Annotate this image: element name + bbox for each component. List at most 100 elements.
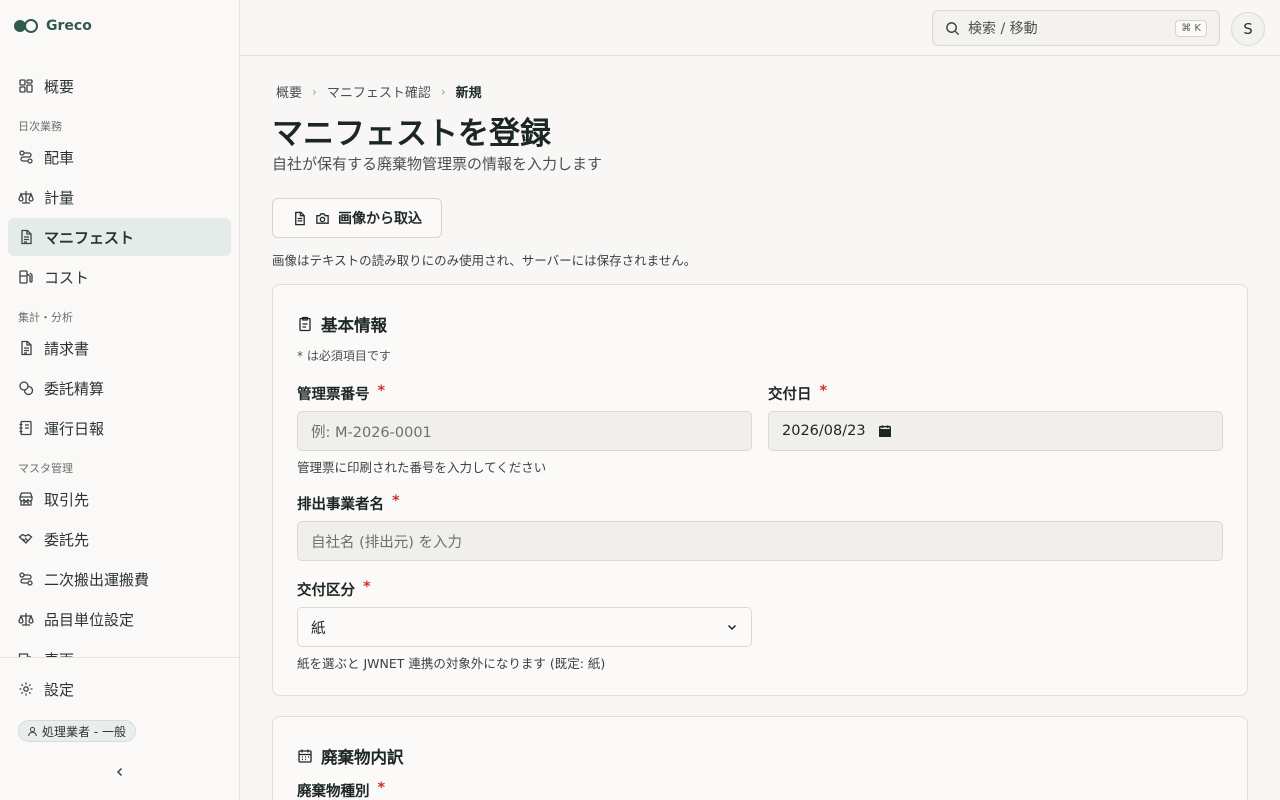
sidebar-item-label: 委託精算 (44, 379, 105, 398)
issue-type-select[interactable]: 紙 (297, 607, 752, 647)
sidebar-item-label: 二次搬出運搬費 (44, 570, 150, 589)
sidebar-item-daily-report[interactable]: 運行日報 (8, 409, 231, 447)
fuel-icon (19, 270, 33, 284)
required-marker: * (392, 493, 400, 509)
issue-date-input[interactable]: 2026/08/23 (768, 411, 1223, 451)
shortcut-hint: ⌘ K (1175, 19, 1207, 37)
sidebar-item-label: 車両 (44, 649, 74, 658)
manifest-number-input[interactable]: 例: M-2026-0001 (297, 411, 752, 451)
breadcrumb-item[interactable]: マニフェスト確認 (327, 82, 431, 101)
card-title-text: 廃棄物内訳 (321, 748, 404, 767)
breadcrumb-separator-icon: › (312, 84, 317, 99)
sidebar-section-daily: 日次業務 (18, 120, 62, 133)
search-icon (946, 21, 960, 35)
issue-date-label: 交付日 * (768, 383, 827, 404)
greco-logo-icon (14, 19, 38, 33)
import-note: 画像はテキストの読み取りにのみ使用され、サーバーには保存されません。 (272, 253, 697, 268)
discharger-name-input[interactable]: 自社名 (排出元) を入力 (297, 521, 1223, 561)
breadcrumb-separator-icon: › (440, 84, 446, 99)
sidebar-item-clients[interactable]: 取引先 (8, 480, 231, 518)
breadcrumb: 概要 › マニフェスト確認 › 新規 (276, 82, 482, 102)
handshake-icon (18, 533, 33, 544)
required-marker: * (377, 780, 386, 796)
document-icon (21, 229, 32, 245)
brand-name: Greco (46, 18, 92, 34)
manifest-number-hint: 管理票に印刷された番号を入力してください (297, 460, 547, 475)
required-marker: * (363, 579, 371, 595)
label-text: 交付日 (768, 387, 812, 403)
route-icon (19, 572, 33, 586)
sidebar-section-analysis: 集計・分析 (18, 311, 73, 324)
sidebar-item-label: マニフェスト (44, 228, 135, 247)
sidebar-item-manifest[interactable]: マニフェスト (8, 218, 231, 256)
breadcrumb-current: 新規 (455, 86, 482, 101)
calendar-icon (298, 749, 312, 763)
sidebar-item-dispatch[interactable]: 配車 (8, 138, 231, 176)
dashboard-icon (19, 79, 33, 93)
issue-date-value: 2026/08/23 (782, 423, 866, 439)
page-title: マニフェストを登録 (272, 116, 551, 152)
sidebar-item-overview[interactable]: 概要 (8, 67, 231, 105)
calendar-icon[interactable] (878, 424, 892, 438)
manifest-number-label: 管理票番号 * (297, 383, 385, 404)
avatar[interactable]: S (1231, 12, 1265, 46)
sidebar-item-label: 計量 (44, 188, 75, 207)
sidebar-item-settings[interactable]: 設定 (8, 670, 231, 708)
discharger-name-label: 排出事業者名 * (297, 493, 400, 514)
waste-breakdown-card: 廃棄物内訳 廃棄物種別 * (272, 716, 1248, 800)
camera-icon (316, 212, 329, 224)
issue-type-value: 紙 (311, 620, 326, 637)
store-icon (19, 492, 33, 506)
sidebar-item-label: 概要 (44, 77, 75, 96)
sidebar-item-label: 運行日報 (44, 419, 105, 438)
sidebar-item-consignees[interactable]: 委託先 (8, 520, 231, 558)
required-marker: * (819, 383, 828, 399)
sidebar-item-secondary-transport[interactable]: 二次搬出運搬費 (8, 560, 231, 598)
import-button-label: 画像から取込 (338, 211, 422, 227)
sidebar-item-label: 配車 (44, 148, 75, 167)
clipboard-icon (299, 316, 311, 332)
chevron-down-icon (727, 624, 737, 631)
notebook-icon (19, 420, 32, 436)
sidebar: Greco 概要 日次業務 配車 計量 マニフェスト コスト 集計・分析 請求書 (0, 0, 240, 800)
user-icon (28, 726, 37, 736)
sidebar-item-cost[interactable]: コスト (8, 258, 231, 296)
document-icon (295, 211, 305, 225)
card-title: 廃棄物内訳 (297, 744, 404, 768)
sidebar-item-invoice[interactable]: 請求書 (8, 329, 231, 367)
sidebar-item-label: コスト (44, 268, 90, 287)
basic-info-card: 基本情報 * は必須項目です 管理票番号 * 例: M-2026-0001 管理… (272, 284, 1248, 696)
card-title: 基本情報 (297, 312, 387, 336)
gear-icon (19, 682, 33, 696)
brand[interactable]: Greco (14, 18, 92, 34)
sidebar-item-label: 品目単位設定 (44, 610, 135, 629)
role-badge: 処理業者 - 一般 (18, 720, 136, 742)
role-label: 処理業者 - 一般 (42, 724, 126, 739)
required-marker: * (377, 383, 386, 399)
waste-type-label: 廃棄物種別 * (297, 780, 385, 800)
label-text: 廃棄物種別 (297, 784, 370, 800)
breadcrumb-item[interactable]: 概要 (276, 82, 302, 101)
page-subtitle: 自社が保有する廃棄物管理票の情報を入力します (272, 155, 603, 173)
issue-type-hint: 紙を選ぶと JWNET 連携の対象外になります (既定: 紙) (297, 656, 606, 671)
label-text: 排出事業者名 (297, 497, 384, 513)
sidebar-item-consignment-settlement[interactable]: 委託精算 (8, 369, 231, 407)
import-from-image-button[interactable]: 画像から取込 (272, 198, 442, 238)
sidebar-item-vehicles[interactable]: 車両 (8, 640, 231, 657)
collapse-sidebar-button[interactable] (110, 762, 130, 782)
search-placeholder: 検索 / 移動 (968, 21, 1038, 37)
sidebar-item-item-units[interactable]: 品目単位設定 (8, 600, 231, 638)
sidebar-item-label: 請求書 (44, 339, 90, 358)
sidebar-item-label: 設定 (44, 680, 75, 699)
sidebar-item-weighing[interactable]: 計量 (8, 178, 231, 216)
card-title-text: 基本情報 (321, 316, 387, 335)
search-input[interactable]: 検索 / 移動 ⌘ K (932, 10, 1220, 46)
chevron-left-icon (116, 767, 123, 777)
coins-icon (19, 381, 34, 396)
top-bar: 検索 / 移動 ⌘ K S (240, 0, 1280, 56)
scale-icon (18, 191, 34, 204)
sidebar-footer: 設定 処理業者 - 一般 (0, 657, 240, 800)
scale-icon (18, 613, 34, 626)
issue-type-label: 交付区分 * (297, 579, 371, 600)
required-note: * は必須項目です (297, 349, 391, 363)
